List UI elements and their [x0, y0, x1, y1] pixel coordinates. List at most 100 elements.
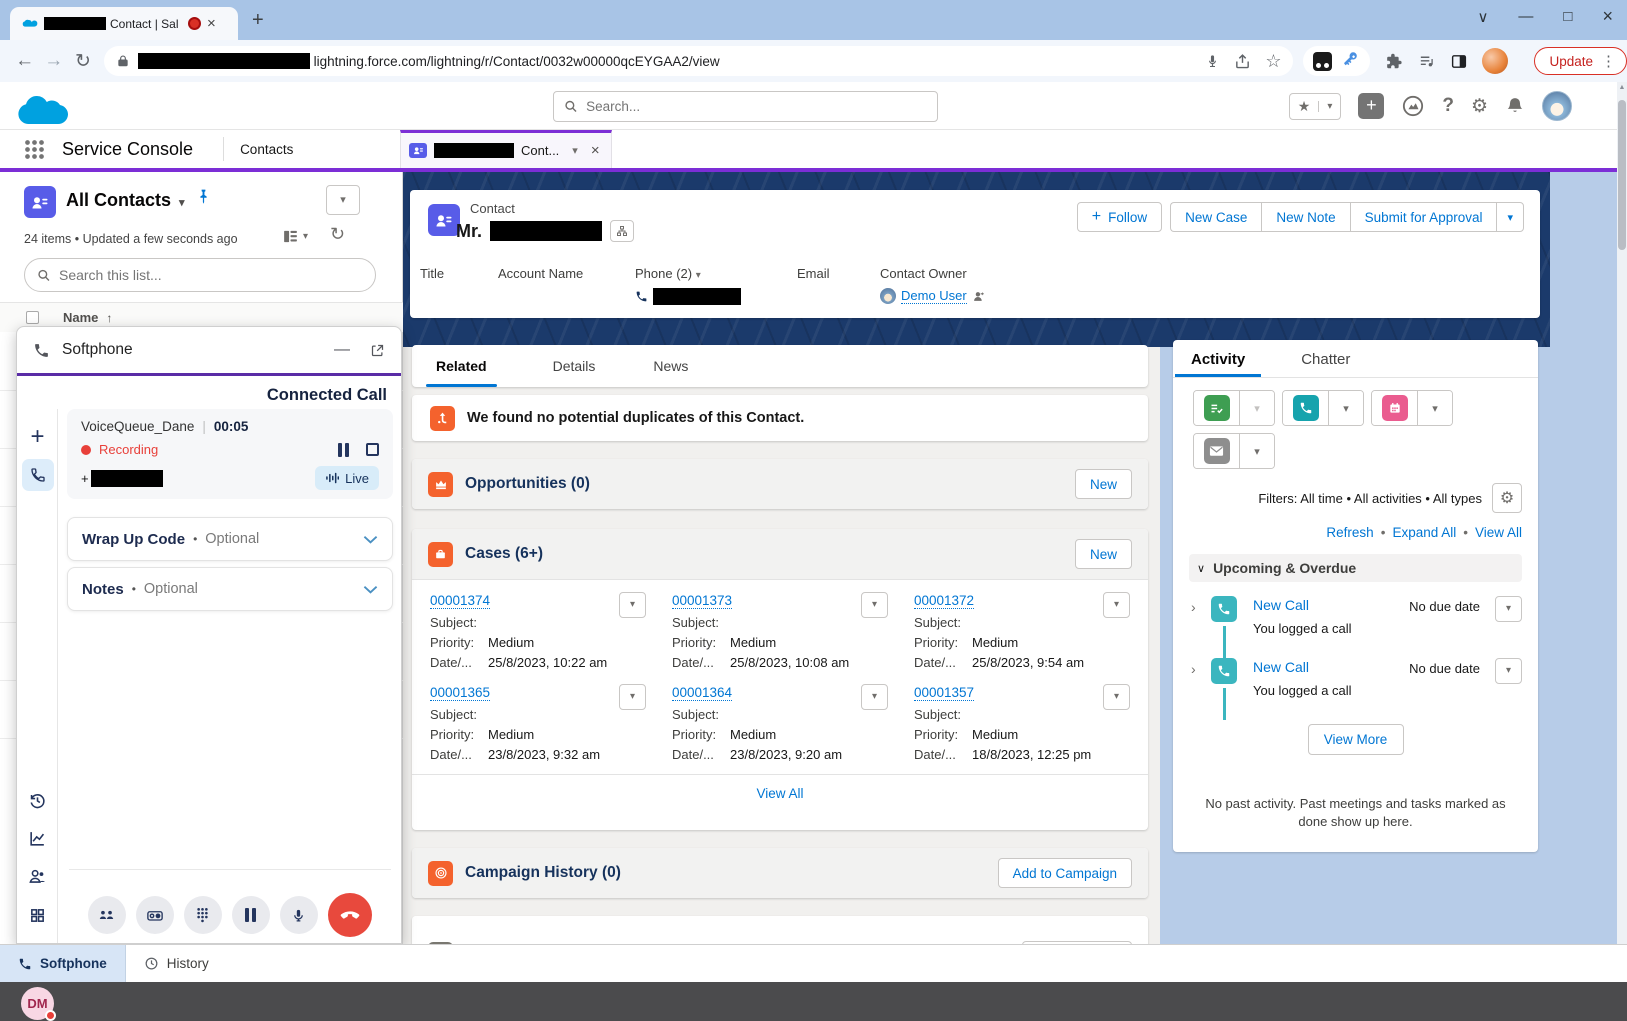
new-call-plus-icon[interactable]: +: [17, 423, 58, 451]
new-task-button[interactable]: [1194, 391, 1239, 425]
extension-key-icon[interactable]: [1342, 52, 1360, 70]
list-search-input[interactable]: [59, 267, 363, 283]
add-to-campaign-button[interactable]: Add to Campaign: [998, 858, 1132, 888]
window-minimize-icon[interactable]: —: [1518, 8, 1533, 25]
case-number-link[interactable]: 00001365: [430, 685, 490, 701]
case-number-link[interactable]: 00001372: [914, 593, 974, 609]
submit-for-approval-button[interactable]: Submit for Approval: [1350, 202, 1497, 232]
email-button[interactable]: [1194, 434, 1239, 468]
record-device-button[interactable]: [136, 896, 174, 934]
log-call-dropdown-icon[interactable]: ▾: [1328, 391, 1363, 425]
tab-activity[interactable]: Activity: [1189, 342, 1247, 377]
case-number-link[interactable]: 00001357: [914, 685, 974, 701]
user-avatar[interactable]: [1542, 91, 1572, 121]
workspace-tab-dropdown-icon[interactable]: ▾: [572, 144, 578, 157]
mic-icon[interactable]: [1205, 52, 1220, 70]
list-view-controls-button[interactable]: ▾: [326, 185, 360, 215]
tab-search-icon[interactable]: ∨: [1477, 8, 1488, 26]
view-all-link[interactable]: View All: [1475, 525, 1522, 540]
new-event-button[interactable]: [1372, 391, 1417, 425]
timeline-item-dropdown-icon[interactable]: ▾: [1495, 658, 1522, 684]
setup-gear-icon[interactable]: ⚙: [1471, 95, 1488, 118]
share-icon[interactable]: [1234, 53, 1251, 70]
media-controls-icon[interactable]: [1417, 53, 1436, 70]
scrollbar-up-arrow-icon[interactable]: ▲: [1617, 84, 1627, 91]
new-opportunity-button[interactable]: New: [1075, 469, 1132, 499]
update-button[interactable]: Update ⋮: [1534, 47, 1627, 75]
timeline-item-dropdown-icon[interactable]: ▾: [1495, 596, 1522, 622]
follow-button[interactable]: +Follow: [1077, 202, 1162, 232]
case-number-link[interactable]: 00001374: [430, 593, 490, 609]
new-tab-button[interactable]: +: [252, 9, 264, 32]
favorites-star-icon[interactable]: ★: [1290, 98, 1319, 115]
wrap-up-code-section[interactable]: Wrap Up Code • Optional: [67, 517, 393, 561]
sort-ascending-icon[interactable]: ↑: [106, 311, 112, 325]
owner-link[interactable]: Demo User: [901, 288, 967, 304]
case-actions-dropdown-icon[interactable]: ▾: [619, 684, 646, 710]
browser-menu-kebab-icon[interactable]: ⋮: [1601, 52, 1616, 70]
softphone-popout-icon[interactable]: [370, 343, 385, 358]
log-call-button[interactable]: [1283, 391, 1328, 425]
activity-settings-gear-icon[interactable]: ⚙: [1492, 483, 1522, 513]
utility-softphone-tab[interactable]: Softphone: [0, 945, 126, 982]
task-dropdown-icon[interactable]: ▾: [1239, 391, 1274, 425]
side-panel-icon[interactable]: [1450, 53, 1468, 70]
new-event-dropdown-icon[interactable]: ▾: [1417, 391, 1452, 425]
more-actions-dropdown-icon[interactable]: ▾: [1496, 202, 1524, 232]
global-search[interactable]: [553, 91, 938, 122]
apps-grid-icon[interactable]: [17, 907, 58, 924]
contacts-icon[interactable]: [17, 867, 58, 886]
utility-history-tab[interactable]: History: [126, 945, 227, 982]
cases-view-all-link[interactable]: View All: [412, 774, 1148, 812]
expand-chevron-icon[interactable]: [363, 585, 378, 594]
page-scrollbar[interactable]: ▲: [1617, 82, 1627, 982]
window-close-icon[interactable]: ×: [1602, 6, 1613, 27]
dialpad-button[interactable]: [184, 896, 222, 934]
nav-tab-contacts[interactable]: Contacts: [240, 142, 360, 157]
extensions-puzzle-icon[interactable]: [1384, 52, 1403, 71]
view-more-button[interactable]: View More: [1308, 724, 1404, 755]
global-actions-icon[interactable]: +: [1358, 93, 1384, 119]
case-number-link[interactable]: 00001364: [672, 685, 732, 701]
stop-recording-icon[interactable]: [366, 443, 379, 456]
tab-details[interactable]: Details: [553, 345, 596, 387]
list-search[interactable]: [24, 258, 376, 292]
email-dropdown-icon[interactable]: ▾: [1239, 434, 1274, 468]
list-view-title[interactable]: All Contacts▾: [66, 190, 185, 211]
list-refresh-icon[interactable]: ↻: [330, 224, 345, 245]
case-actions-dropdown-icon[interactable]: ▾: [861, 684, 888, 710]
live-transcript-chip[interactable]: Live: [315, 466, 379, 490]
list-view-selector-icon[interactable]: ▾: [179, 197, 185, 209]
analytics-icon[interactable]: [17, 829, 58, 848]
view-hierarchy-button[interactable]: [610, 220, 634, 242]
window-maximize-icon[interactable]: □: [1563, 8, 1572, 25]
expand-chevron-icon[interactable]: [363, 535, 378, 544]
app-launcher-icon[interactable]: [24, 139, 44, 159]
agent-avatar[interactable]: DM: [21, 987, 54, 1020]
tab-news[interactable]: News: [653, 345, 688, 387]
browser-profile-avatar[interactable]: [1482, 48, 1508, 74]
forward-button[interactable]: →: [39, 50, 68, 72]
trailhead-icon[interactable]: [1401, 95, 1425, 117]
conference-button[interactable]: [88, 896, 126, 934]
back-button[interactable]: ←: [10, 50, 39, 72]
pin-icon[interactable]: [196, 188, 211, 205]
change-owner-icon[interactable]: [972, 290, 986, 303]
workspace-tab-contact[interactable]: Cont... ▾ ×: [400, 130, 612, 168]
end-call-button[interactable]: [328, 893, 372, 937]
section-collapse-icon[interactable]: ∨: [1197, 562, 1205, 575]
tab-chatter[interactable]: Chatter: [1299, 342, 1352, 377]
favorites-dropdown-icon[interactable]: ▾: [1318, 101, 1340, 112]
select-all-checkbox[interactable]: [26, 311, 39, 324]
call-history-icon[interactable]: [17, 791, 58, 810]
phone-dropdown-icon[interactable]: ▾: [696, 270, 701, 281]
new-note-button[interactable]: New Note: [1261, 202, 1349, 232]
pause-recording-icon[interactable]: [338, 443, 349, 457]
tab-close-icon[interactable]: ×: [207, 15, 216, 32]
case-number-link[interactable]: 00001373: [672, 593, 732, 609]
extension-bw-icon[interactable]: [1313, 52, 1332, 71]
expand-item-icon[interactable]: ›: [1191, 661, 1196, 677]
case-actions-dropdown-icon[interactable]: ▾: [1103, 684, 1130, 710]
bookmark-star-icon[interactable]: ☆: [1265, 51, 1281, 72]
url-bar[interactable]: lightning.force.com/lightning/r/Contact/…: [104, 46, 1294, 76]
